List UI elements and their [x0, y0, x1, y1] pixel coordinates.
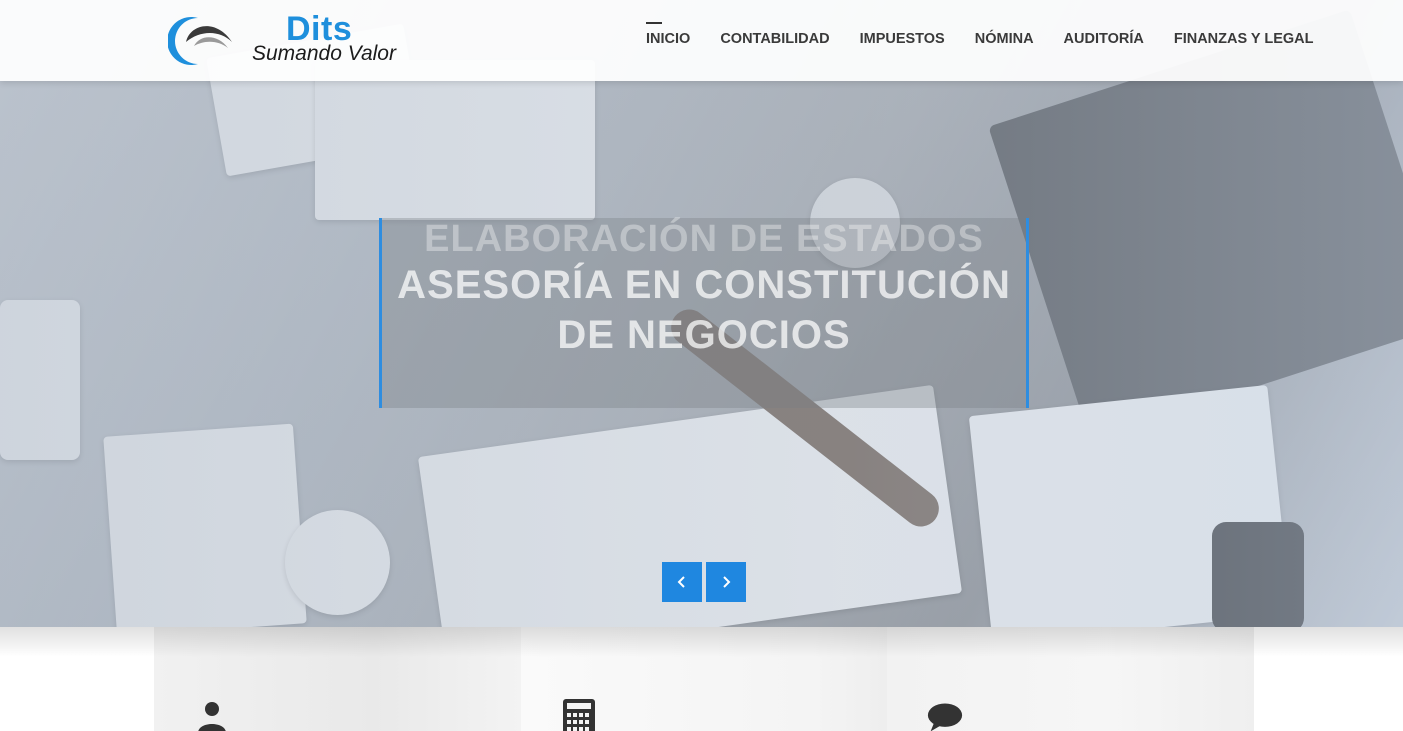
user-icon — [198, 702, 226, 731]
nav-item-finanzas-legal[interactable]: FINANZAS Y LEGAL — [1174, 31, 1314, 47]
site-header: Dits Sumando Valor INICIO CONTABILIDAD I… — [0, 0, 1403, 81]
speech-bubble-icon — [928, 703, 963, 731]
slider-next-button[interactable] — [706, 562, 746, 602]
slider-prev-button[interactable] — [662, 562, 702, 602]
caption-line-2: DE NEGOCIOS — [557, 313, 851, 357]
nav-item-auditoria[interactable]: AUDITORÍA — [1064, 31, 1144, 47]
caption-line-1: ASESORÍA EN CONSTITUCIÓN — [397, 263, 1011, 307]
previous-slide-caption: ELABORACIÓN DE ESTADOS — [424, 218, 984, 260]
nav-item-nomina[interactable]: NÓMINA — [975, 31, 1034, 47]
slide-caption: ELABORACIÓN DE ESTADOS ASESORÍA EN CONST… — [379, 218, 1029, 408]
hero-shadow — [0, 627, 1403, 657]
chevron-right-icon — [723, 576, 731, 588]
nav-item-inicio[interactable]: INICIO — [646, 22, 690, 47]
main-nav: INICIO CONTABILIDAD IMPUESTOS NÓMINA AUD… — [646, 22, 1314, 47]
nav-item-contabilidad[interactable]: CONTABILIDAD — [720, 31, 829, 47]
calculator-icon — [562, 699, 595, 731]
nav-item-impuestos[interactable]: IMPUESTOS — [860, 31, 945, 47]
brand-logo[interactable]: Dits Sumando Valor — [168, 10, 400, 70]
chevron-left-icon — [677, 576, 685, 588]
logo-mark-icon — [168, 17, 232, 65]
current-slide-caption: ASESORÍA EN CONSTITUCIÓN DE NEGOCIOS — [382, 260, 1026, 360]
brand-tagline: Sumando Valor — [252, 42, 396, 65]
